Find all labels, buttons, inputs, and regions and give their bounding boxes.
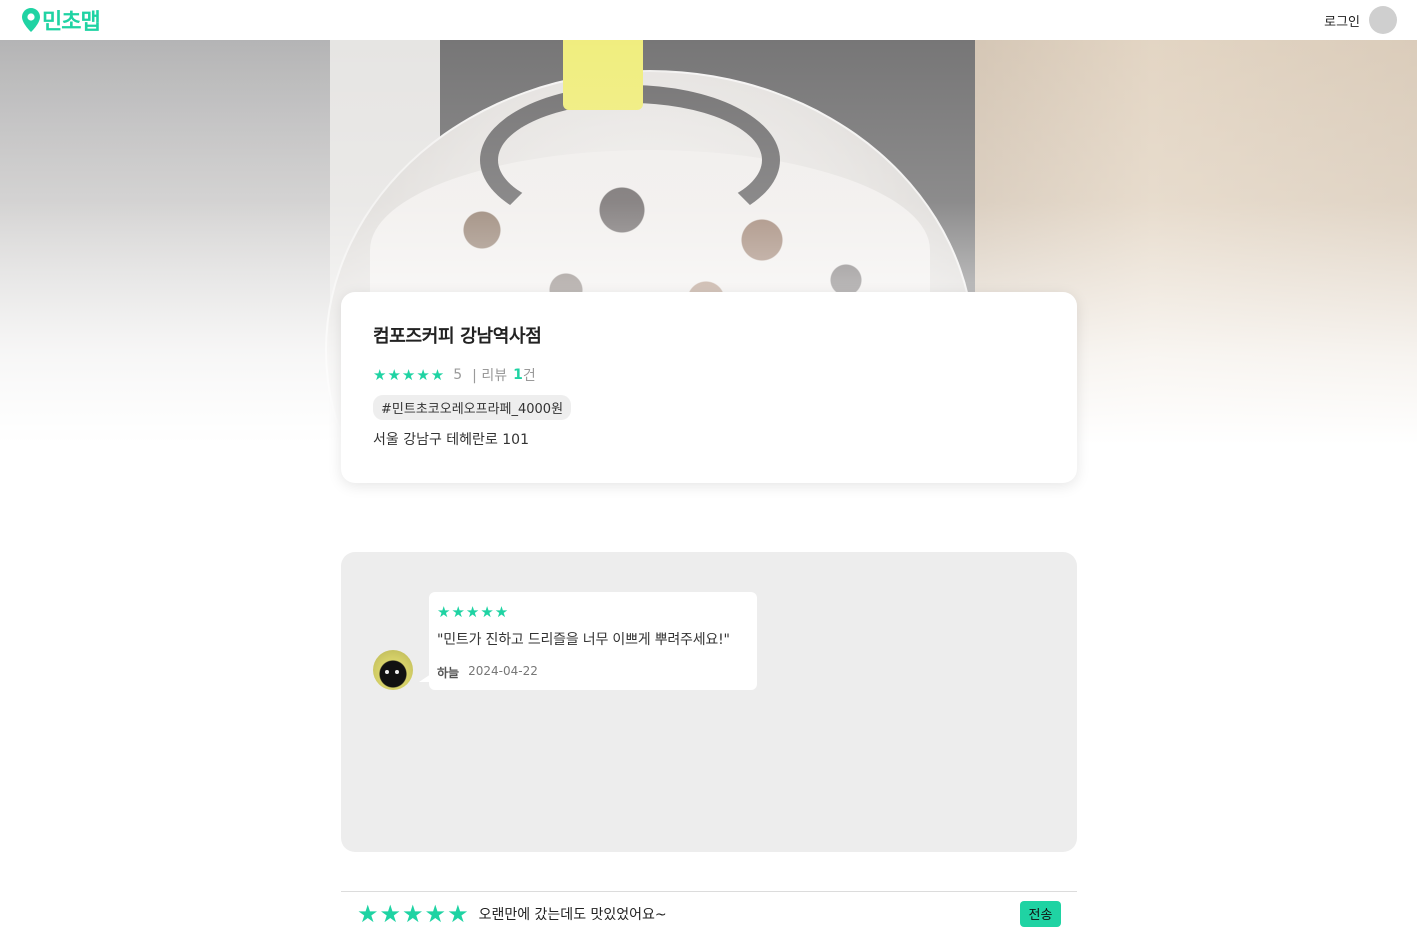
star-icon[interactable]: ★: [402, 902, 424, 926]
review-input[interactable]: [478, 905, 1020, 922]
logo-text: 민초맵: [42, 10, 101, 35]
review-count: 1: [513, 367, 523, 383]
store-address: 서울 강남구 테헤란로 101: [373, 432, 529, 448]
store-info-card: 컴포즈커피 강남역사점 ★★★★★ 5 | 리뷰 1 건 #민트초코오레오프라페…: [341, 292, 1077, 483]
review-date: 2024-04-22: [468, 664, 538, 678]
star-icon[interactable]: ★: [425, 902, 447, 926]
star-rating-input[interactable]: ★ ★ ★ ★ ★: [357, 902, 469, 926]
rating-value: 5: [453, 367, 463, 383]
avatar[interactable]: [1369, 6, 1397, 34]
map-pin-icon: [22, 8, 40, 32]
review-text: "민트가 진하고 드리즐을 너무 이쁘게 뿌려주세요!": [437, 632, 730, 648]
star-icon[interactable]: ★: [447, 902, 469, 926]
reviewer-avatar: [373, 650, 413, 690]
review-list: ★★★★★ "민트가 진하고 드리즐을 너무 이쁘게 뿌려주세요!" 하늘 20…: [341, 552, 1077, 852]
review-author: 하늘: [437, 666, 460, 680]
store-name: 컴포즈커피 강남역사점: [373, 326, 542, 347]
review-composer: ★ ★ ★ ★ ★ 전송: [341, 891, 1077, 935]
logo[interactable]: 민초맵: [22, 4, 101, 36]
menu-tag[interactable]: #민트초코오레오프라페_4000원: [373, 395, 572, 420]
list-item: ★★★★★ "민트가 진하고 드리즐을 너무 이쁘게 뿌려주세요!" 하늘 20…: [373, 592, 757, 690]
store-rating-row: ★★★★★ 5 | 리뷰 1 건: [373, 365, 1045, 385]
review-bubble: ★★★★★ "민트가 진하고 드리즐을 너무 이쁘게 뿌려주세요!" 하늘 20…: [419, 592, 757, 690]
rating-stars-icon: ★★★★★: [373, 366, 446, 384]
user-area: 로그인: [1324, 6, 1397, 34]
review-count-suffix: 건: [522, 368, 536, 384]
review-stars-icon: ★★★★★: [437, 603, 510, 621]
star-icon[interactable]: ★: [380, 902, 402, 926]
top-nav: 민초맵 로그인: [0, 0, 1417, 40]
login-button[interactable]: 로그인: [1324, 11, 1360, 30]
review-meta: 하늘 2024-04-22: [437, 664, 749, 681]
send-button[interactable]: 전송: [1020, 900, 1061, 927]
review-count-prefix: | 리뷰: [472, 368, 508, 384]
star-icon[interactable]: ★: [357, 902, 379, 926]
